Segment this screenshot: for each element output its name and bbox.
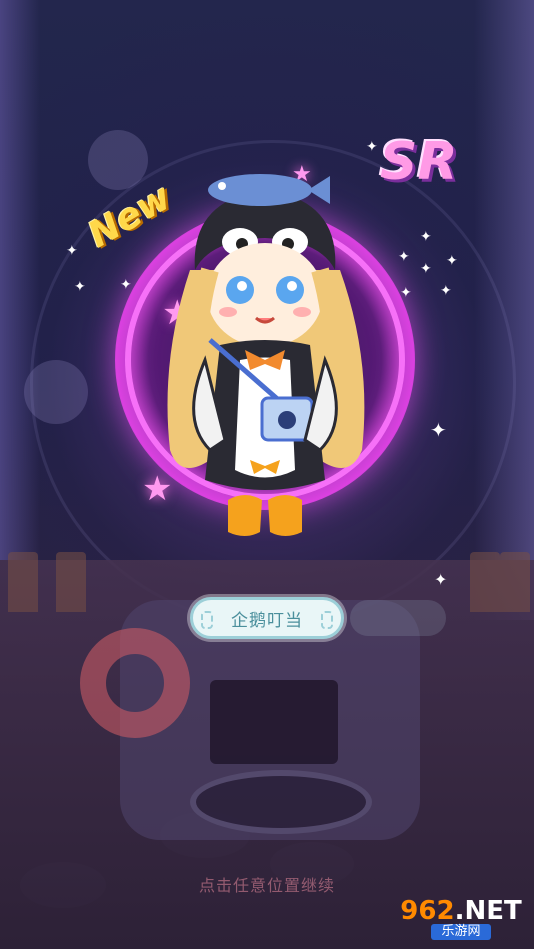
tap-to-continue-hint: 点击任意位置继续 <box>198 876 335 895</box>
watermark-logo: 962.NET 乐游网 <box>393 894 529 944</box>
sparkle-star-icon: ✦ <box>434 570 448 589</box>
sparkle-star-icon: ✦ <box>420 261 432 277</box>
fence-post <box>8 552 38 612</box>
item-name-pill: 企鹅叮当 <box>190 597 344 639</box>
sparkle-star-icon: ✦ <box>366 139 378 155</box>
rarity-badge: SR <box>380 132 458 192</box>
sparkle-star-icon: ✦ <box>398 249 410 265</box>
sparkle-star-icon: ✦ <box>446 253 458 269</box>
sparkle-star-icon: ✦ <box>74 279 86 295</box>
gacha-machine-window <box>210 680 338 764</box>
fence-post <box>56 552 86 612</box>
sparkle-star-icon: ✦ <box>120 277 132 293</box>
sparkle-star-icon: ✦ <box>430 418 447 442</box>
sparkle-star-icon: ✦ <box>66 243 78 259</box>
penguin-costume-character <box>167 174 365 536</box>
watermark-digits: 962 <box>400 896 455 926</box>
ghost-pill <box>350 600 446 636</box>
sparkle-star-icon: ✦ <box>440 283 452 299</box>
watermark-sitename: 乐游网 <box>431 924 491 940</box>
curtain-left <box>0 0 40 560</box>
gacha-machine-plate <box>190 770 372 834</box>
sparkle-star-icon: ✦ <box>400 285 412 301</box>
item-name: 企鹅叮当 <box>231 610 303 631</box>
lifebuoy-decoration <box>80 628 190 738</box>
sparkle-star-icon: ✦ <box>420 229 432 245</box>
fence-post <box>500 552 530 612</box>
fence-post <box>470 552 500 612</box>
watermark-domain: .NET <box>454 896 522 926</box>
